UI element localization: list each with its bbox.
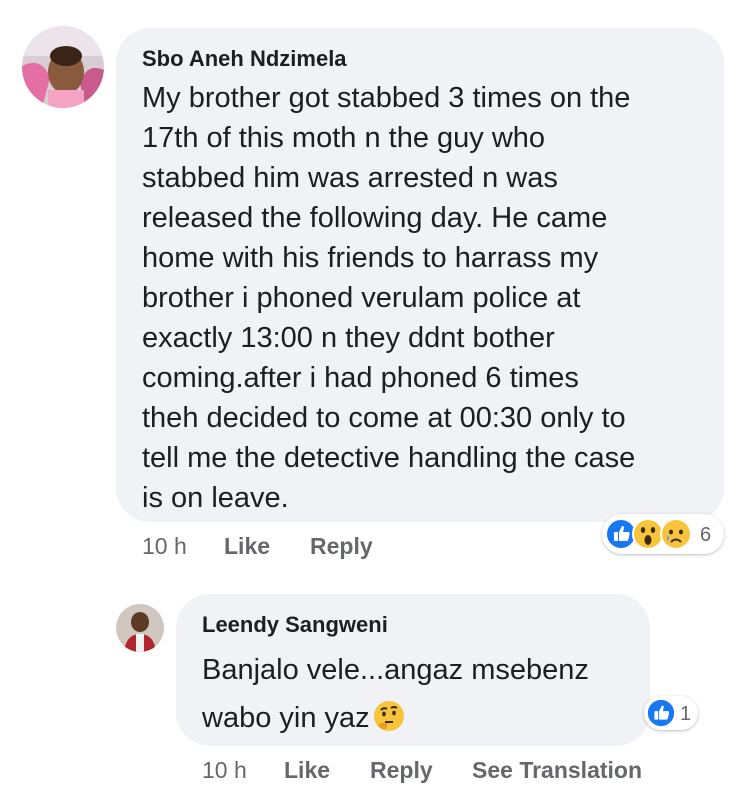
comment-text: Banjalo vele...angaz msebenz wabo yin ya… [202,646,642,742]
reaction-summary[interactable]: 6 [602,514,724,554]
avatar[interactable] [22,26,104,108]
comment-text-line: tell me the detective handling the case [142,442,636,474]
reply-button[interactable]: Reply [370,757,433,784]
comment-author[interactable]: Leendy Sangweni [202,612,388,638]
reaction-count: 1 [680,703,692,725]
timestamp[interactable]: 10 h [142,533,187,560]
avatar[interactable] [116,604,164,652]
avatar-photo [116,604,164,652]
comment-text-line: coming.after i had phoned 6 times [142,362,579,394]
comment-text-line: 17th of this moth n the guy who [142,122,546,154]
sad-icon [660,518,692,550]
reaction-summary[interactable]: 1 [644,696,698,730]
comment-author[interactable]: Sbo Aneh Ndzimela [142,46,347,72]
reaction-count: 6 [700,524,712,546]
comment-text-line: exactly 13:00 n they ddnt bother [142,322,555,354]
comment-text: My brother got stabbed 3 times on the 17… [142,78,712,518]
comment-text-line: stabbed him was arrested n was [142,162,558,194]
reply-button[interactable]: Reply [310,533,373,560]
comment-text-line: is on leave. [142,482,289,514]
like-button[interactable]: Like [224,533,270,560]
comment-text-line: My brother got stabbed 3 times on the [142,82,631,114]
like-icon [646,698,676,728]
like-button[interactable]: Like [284,757,330,784]
comment-text-line: released the following day. He came [142,202,608,234]
comment-text-line: brother i phoned verulam police at [142,282,581,314]
comment-text-line: theh decided to come at 00:30 only to [142,402,626,434]
comment-text-line: home with his friends to harrass my [142,242,599,274]
timestamp[interactable]: 10 h [202,757,247,784]
comment-text-line-content: wabo yin yaz [202,702,370,734]
avatar-photo [22,26,104,108]
see-translation-button[interactable]: See Translation [472,757,642,784]
thinking-face-icon [373,701,404,731]
comment-text-line: Banjalo vele...angaz msebenz [202,654,589,686]
comment-text-line: wabo yin yaz [202,694,642,742]
